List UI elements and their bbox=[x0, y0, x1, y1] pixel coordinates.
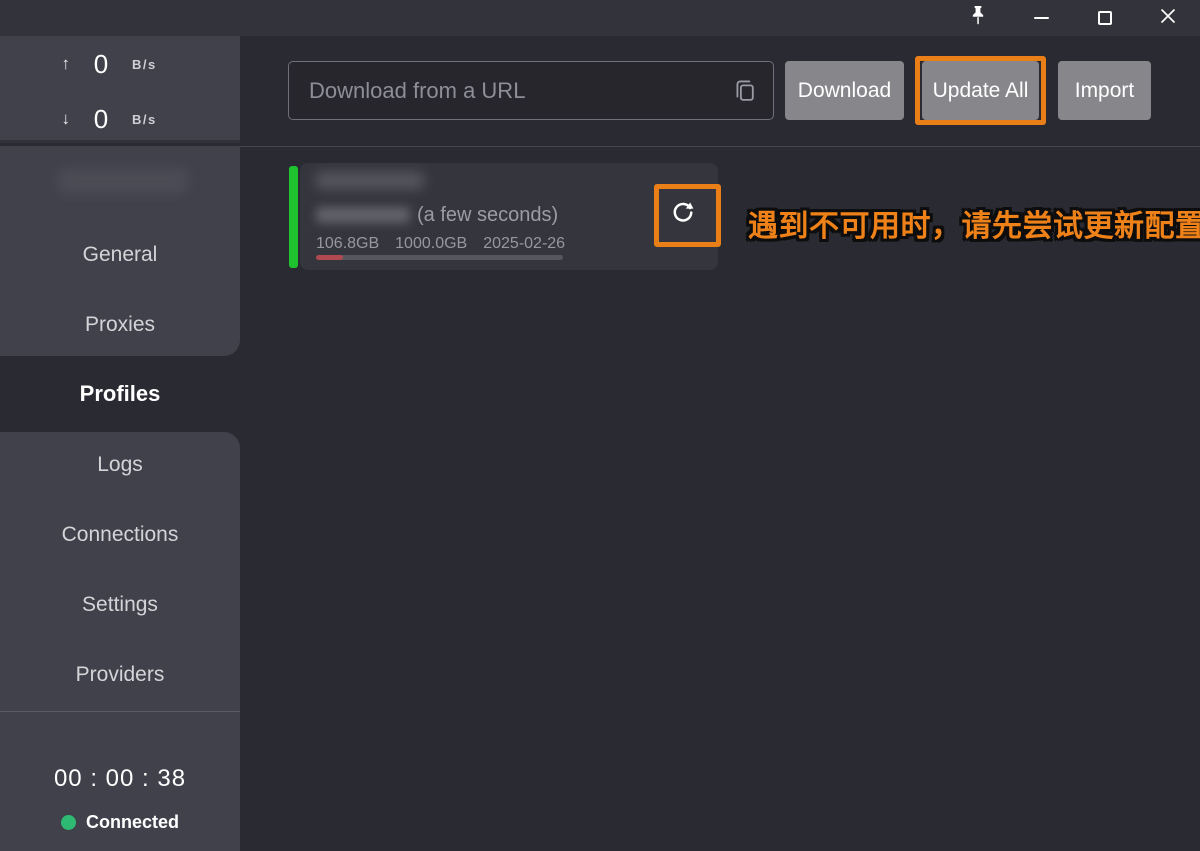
update-all-button[interactable]: Update All bbox=[922, 61, 1039, 120]
traffic-progress-bar bbox=[316, 255, 563, 260]
sidebar-item-logs[interactable]: Logs bbox=[0, 447, 240, 483]
sidebar-item-connections[interactable]: Connections bbox=[0, 517, 240, 553]
refresh-icon bbox=[670, 199, 696, 228]
tutorial-annotation-text: 遇到不可用时，请先尝试更新配置 bbox=[748, 201, 1198, 245]
profile-subtitle-row: (a few seconds) bbox=[316, 203, 558, 227]
blurred-sidebar-text bbox=[58, 168, 188, 194]
blurred-profile-name bbox=[316, 172, 424, 189]
minimize-button[interactable] bbox=[1018, 0, 1064, 36]
traffic-progress-fill bbox=[316, 255, 343, 260]
profile-used-traffic: 106.8GB bbox=[316, 235, 379, 253]
minimize-icon bbox=[1034, 17, 1049, 19]
upload-speed-value: 0 bbox=[70, 49, 132, 80]
url-input[interactable] bbox=[309, 62, 729, 119]
profile-total-traffic: 1000.0GB bbox=[395, 235, 467, 253]
profile-updated-ago: (a few seconds) bbox=[417, 204, 558, 227]
toolbar-divider bbox=[240, 146, 1200, 147]
close-button[interactable] bbox=[1145, 0, 1191, 36]
upload-speed-unit: B/s bbox=[132, 57, 192, 72]
sidebar-item-general[interactable]: General bbox=[0, 237, 240, 273]
blurred-profile-host bbox=[316, 207, 410, 223]
close-icon bbox=[1160, 8, 1176, 29]
download-button[interactable]: Download bbox=[785, 61, 904, 120]
download-speed-value: 0 bbox=[70, 104, 132, 135]
download-arrow-icon: ↓ bbox=[0, 109, 70, 129]
titlebar bbox=[0, 0, 1200, 36]
import-button[interactable]: Import bbox=[1058, 61, 1151, 120]
sidebar-item-proxies[interactable]: Proxies bbox=[0, 307, 240, 343]
connection-status: Connected bbox=[0, 812, 240, 833]
profile-expiry-date: 2025-02-26 bbox=[483, 235, 565, 253]
url-input-box bbox=[288, 61, 774, 120]
connected-dot-icon bbox=[61, 815, 76, 830]
sidebar-item-profiles[interactable]: Profiles bbox=[0, 376, 240, 412]
active-profile-indicator-bar bbox=[289, 166, 298, 268]
copy-icon bbox=[733, 91, 757, 108]
sidebar-item-providers[interactable]: Providers bbox=[0, 657, 240, 693]
pin-icon bbox=[970, 5, 986, 31]
download-speed-unit: B/s bbox=[132, 112, 192, 127]
traffic-panel: ↑ 0 B/s ↓ 0 B/s bbox=[0, 36, 240, 143]
upload-speed-row: ↑ 0 B/s bbox=[0, 49, 240, 79]
profile-card[interactable]: (a few seconds) 106.8GB 1000.0GB 2025-02… bbox=[300, 163, 718, 270]
sidebar-item-settings[interactable]: Settings bbox=[0, 587, 240, 623]
upload-arrow-icon: ↑ bbox=[0, 54, 70, 74]
connection-status-label: Connected bbox=[86, 812, 179, 833]
maximize-icon bbox=[1098, 11, 1112, 25]
uptime-timer: 00 : 00 : 38 bbox=[0, 765, 240, 793]
refresh-profile-button[interactable] bbox=[661, 191, 705, 235]
maximize-button[interactable] bbox=[1082, 0, 1128, 36]
download-speed-row: ↓ 0 B/s bbox=[0, 104, 240, 134]
paste-from-clipboard-button[interactable] bbox=[733, 78, 759, 104]
profile-stats-row: 106.8GB 1000.0GB 2025-02-26 bbox=[316, 235, 565, 253]
pin-button[interactable] bbox=[955, 0, 1001, 36]
